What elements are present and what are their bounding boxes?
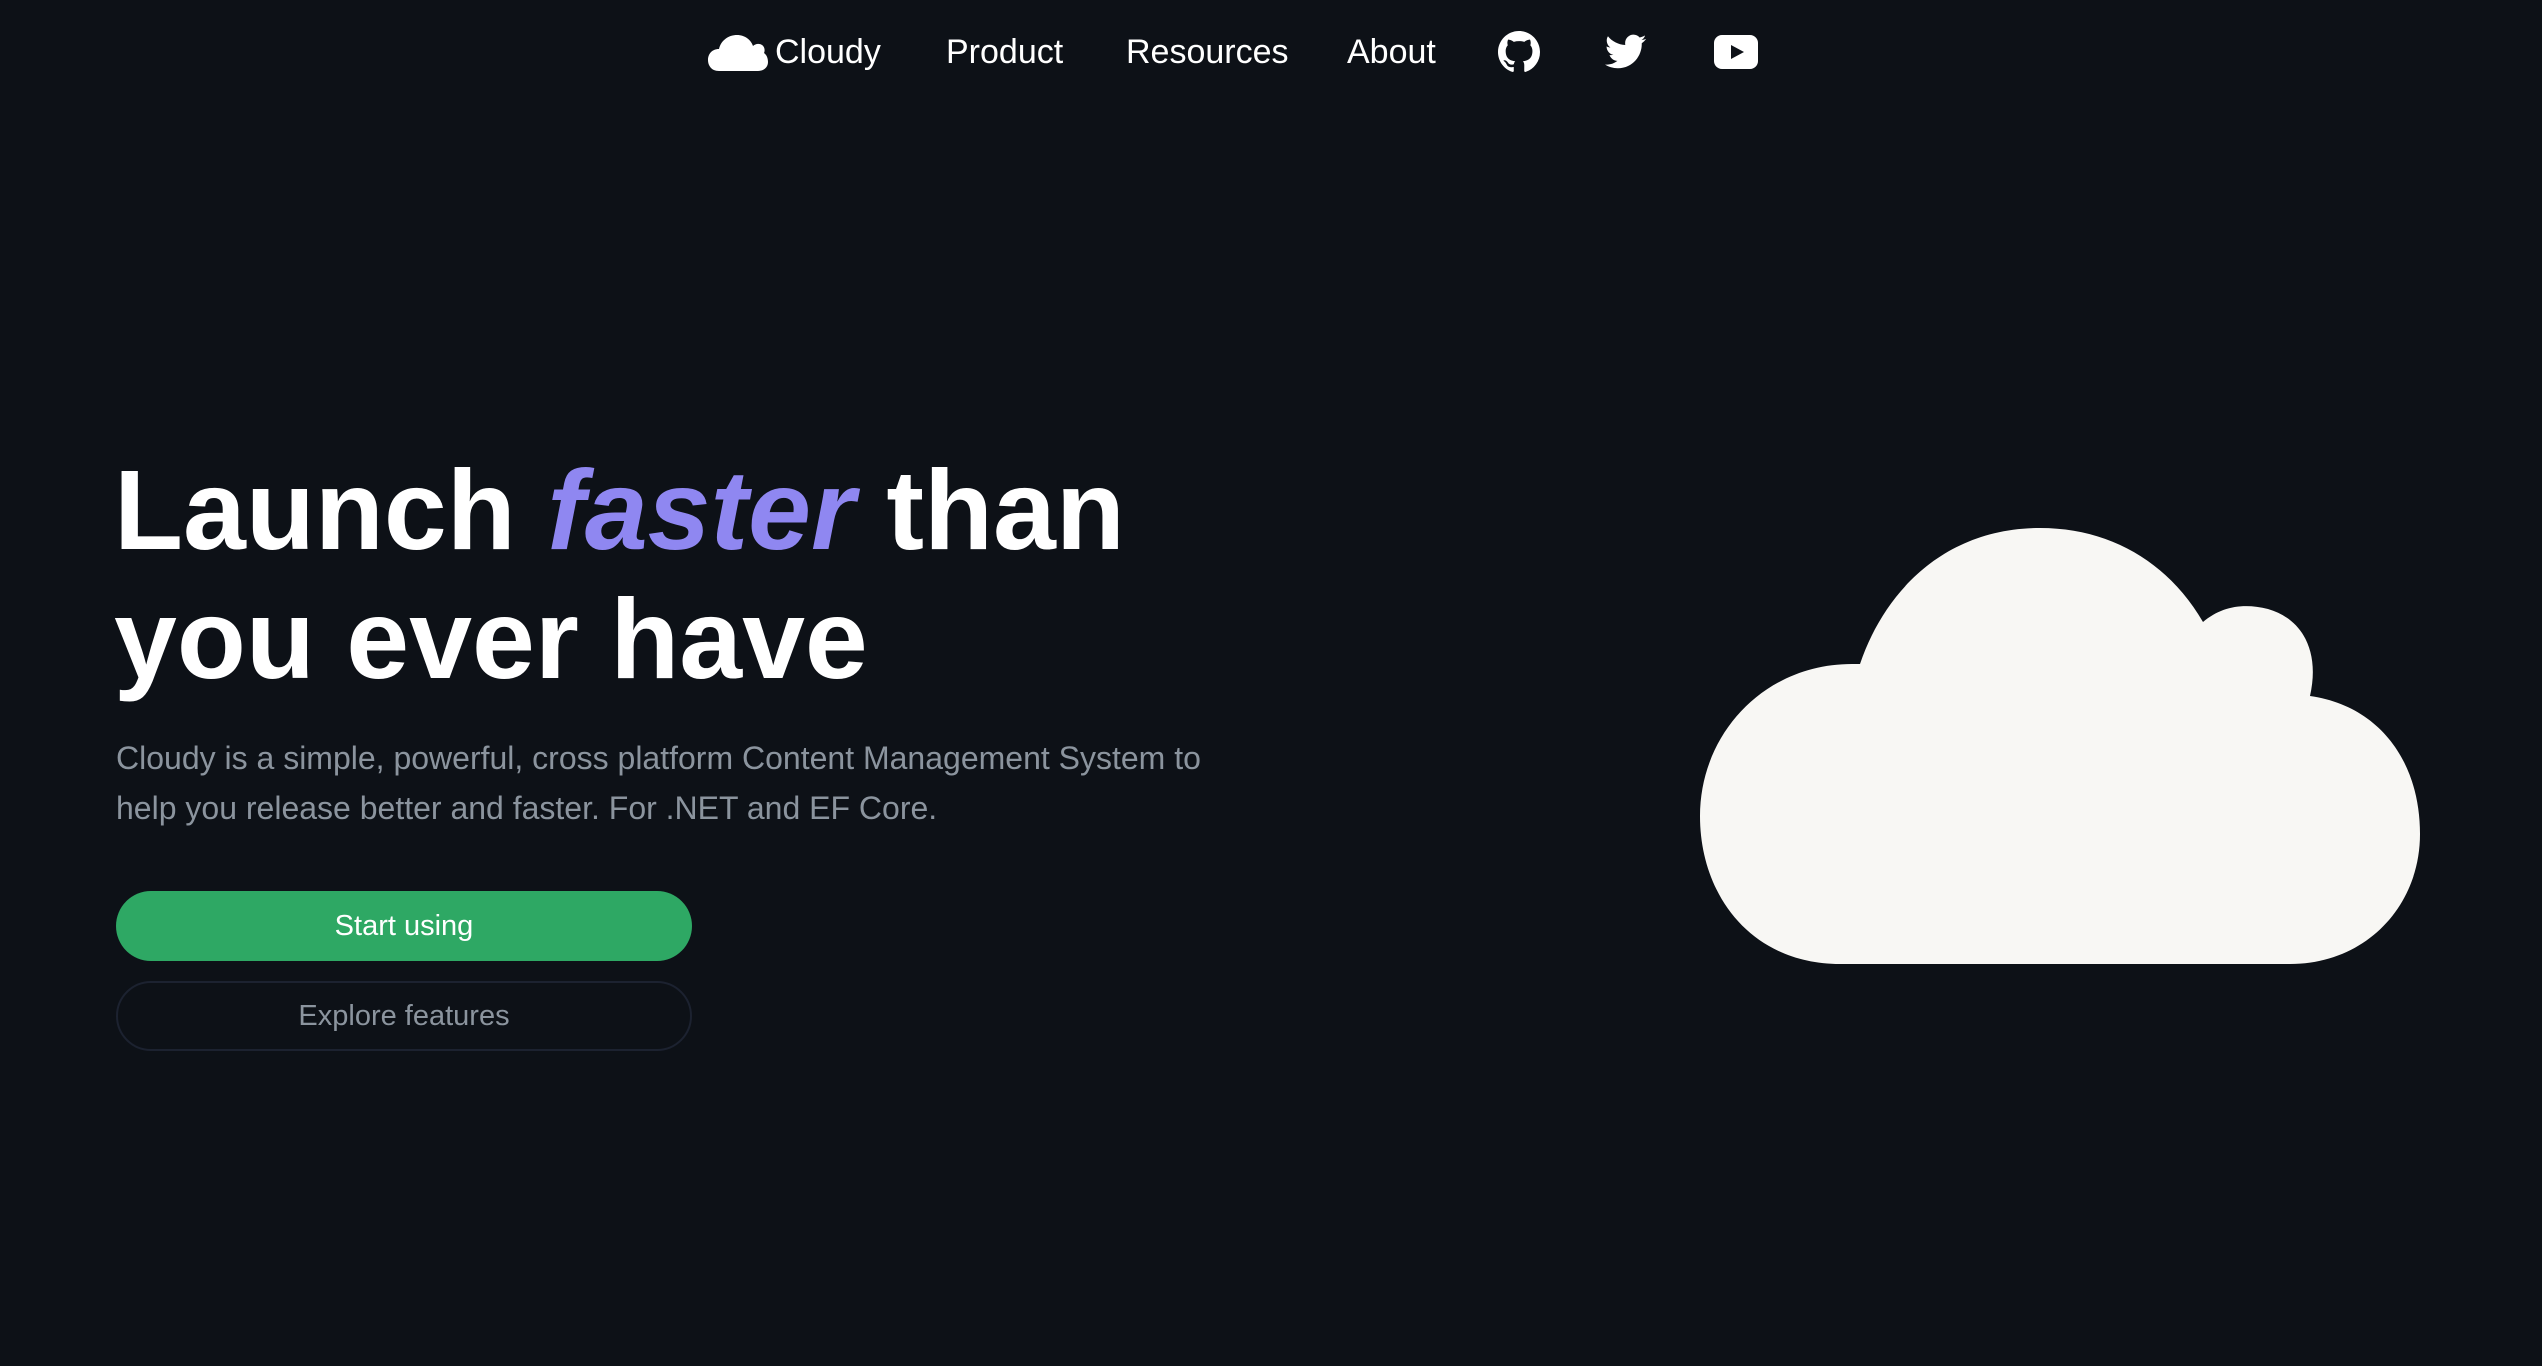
github-link[interactable] — [1494, 28, 1544, 76]
start-using-button[interactable]: Start using — [116, 891, 692, 961]
twitter-icon — [1605, 34, 1647, 70]
hero-illustration — [1680, 500, 2440, 1000]
nav-link-resources[interactable]: Resources — [1126, 28, 1289, 76]
github-icon — [1498, 31, 1540, 73]
brand-link[interactable]: Cloudy — [707, 24, 881, 80]
explore-features-button[interactable]: Explore features — [116, 981, 692, 1051]
cloud-icon — [707, 31, 769, 73]
youtube-link[interactable] — [1711, 28, 1761, 76]
cloud-icon — [1680, 500, 2440, 1000]
nav-link-about[interactable]: About — [1347, 28, 1436, 76]
top-nav: Cloudy Product Resources About — [0, 0, 2542, 104]
brand-name: Cloudy — [775, 33, 881, 71]
hero-title: Launch faster than you ever have — [114, 446, 1234, 704]
hero-description: Cloudy is a simple, powerful, cross plat… — [116, 740, 1201, 826]
youtube-icon — [1714, 35, 1758, 69]
hero-title-accent: faster — [547, 447, 855, 573]
hero-title-start: Launch — [114, 447, 516, 573]
nav-link-product[interactable]: Product — [946, 28, 1063, 76]
twitter-link[interactable] — [1601, 28, 1651, 76]
